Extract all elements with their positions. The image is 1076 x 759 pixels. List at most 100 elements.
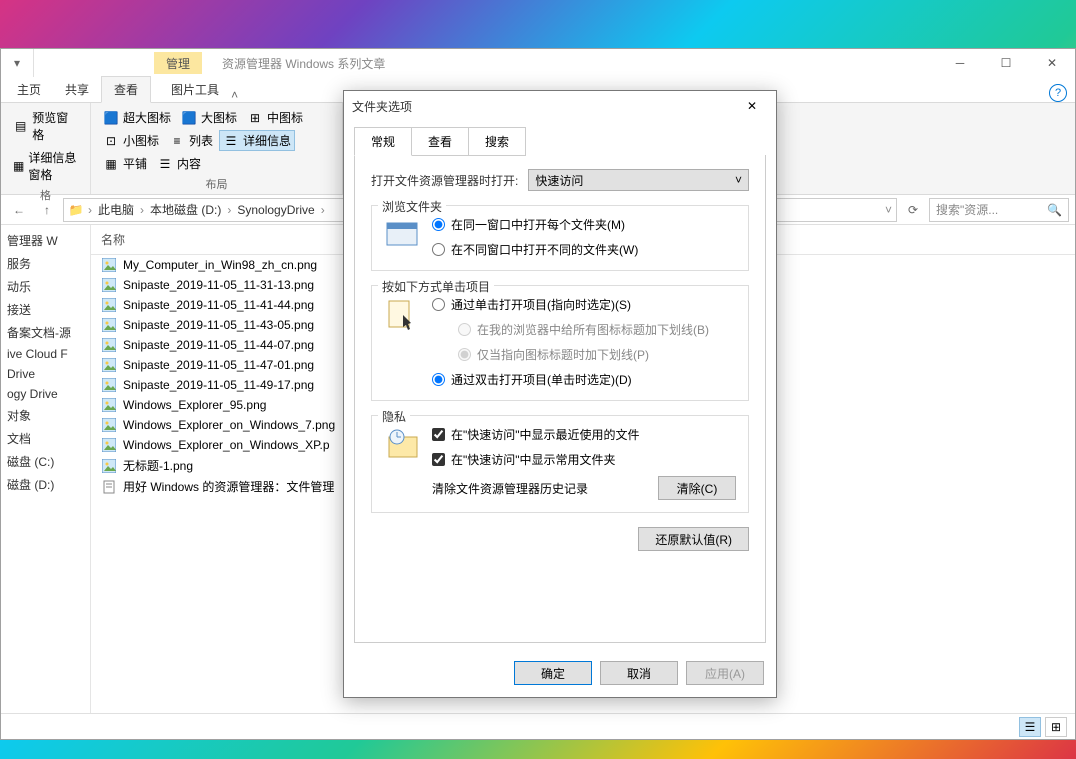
- navigation-pane[interactable]: 管理器 W服务动乐接送备案文档-源ive Cloud FDriveogy Dri…: [1, 225, 91, 713]
- tab-share[interactable]: 共享: [53, 77, 101, 102]
- minimize-button[interactable]: ─: [937, 49, 983, 77]
- view-small[interactable]: ⊡小图标: [99, 130, 163, 151]
- image-file-icon: [101, 277, 117, 293]
- dialog-close-button[interactable]: ✕: [736, 94, 768, 118]
- radio-single-click[interactable]: 通过单击打开项目(指向时选定)(S): [432, 296, 736, 313]
- file-name: Snipaste_2019-11-05_11-47-01.png: [123, 358, 314, 372]
- nav-back[interactable]: ←: [7, 198, 31, 222]
- nav-item[interactable]: 磁盘 (D:): [1, 473, 90, 496]
- folder-options-dialog: 文件夹选项 ✕ 常规 查看 搜索 打开文件资源管理器时打开: 快速访问 ˅ 浏览…: [343, 90, 777, 698]
- radio-underline-point: 仅当指向图标标题时加下划线(P): [458, 346, 736, 363]
- view-extra-large[interactable]: 🟦超大图标: [99, 107, 175, 128]
- clear-history-label: 清除文件资源管理器历史记录: [432, 480, 588, 497]
- file-name: My_Computer_in_Win98_zh_cn.png: [123, 258, 317, 272]
- view-large[interactable]: 🟦大图标: [177, 107, 241, 128]
- list-icon: ≡: [169, 133, 185, 149]
- file-name: Snipaste_2019-11-05_11-43-05.png: [123, 318, 314, 332]
- radio-double-click[interactable]: 通过双击打开项目(单击时选定)(D): [432, 371, 736, 388]
- extra-large-icon: 🟦: [103, 110, 119, 126]
- crumb-drive[interactable]: 本地磁盘 (D:): [148, 201, 223, 218]
- title-bar: ▾ 管理 资源管理器 Windows 系列文章 ─ ☐ ✕: [1, 49, 1075, 77]
- radio-underline-all: 在我的浏览器中给所有图标标题加下划线(B): [458, 321, 736, 338]
- tab-view[interactable]: 查看: [101, 76, 151, 103]
- details-pane-icon: ▦: [13, 158, 24, 174]
- view-content[interactable]: ☰内容: [153, 153, 205, 174]
- file-name: Snipaste_2019-11-05_11-41-44.png: [123, 298, 314, 312]
- tab-general[interactable]: 常规: [354, 127, 412, 156]
- image-file-icon: [101, 458, 117, 474]
- address-dropdown-icon[interactable]: ˅: [885, 203, 892, 217]
- refresh-button[interactable]: ⟳: [901, 198, 925, 222]
- collapse-ribbon-icon[interactable]: ˄: [231, 88, 238, 102]
- image-file-icon: [101, 257, 117, 273]
- check-recent-files[interactable]: 在"快速访问"中显示最近使用的文件: [432, 426, 736, 443]
- browse-icon: [384, 216, 422, 254]
- nav-item[interactable]: 文档: [1, 427, 90, 450]
- file-name: Windows_Explorer_on_Windows_7.png: [123, 418, 335, 432]
- apply-button[interactable]: 应用(A): [686, 661, 764, 685]
- layout-group-label: 布局: [99, 174, 334, 192]
- nav-item[interactable]: 接送: [1, 298, 90, 321]
- nav-item[interactable]: ive Cloud F: [1, 344, 90, 364]
- search-icon: 🔍: [1047, 203, 1062, 217]
- file-name: Snipaste_2019-11-05_11-44-07.png: [123, 338, 314, 352]
- folder-icon: 📁: [68, 202, 84, 218]
- contextual-tab[interactable]: 管理: [154, 52, 202, 74]
- details-pane-toggle[interactable]: ▦详细信息窗格: [9, 147, 82, 185]
- large-icon: 🟦: [181, 110, 197, 126]
- radio-own-window[interactable]: 在不同窗口中打开不同的文件夹(W): [432, 241, 736, 258]
- view-list[interactable]: ≡列表: [165, 130, 217, 151]
- nav-item[interactable]: 管理器 W: [1, 229, 90, 252]
- nav-item[interactable]: 服务: [1, 252, 90, 275]
- restore-defaults-button[interactable]: 还原默认值(R): [638, 527, 749, 551]
- chevron-down-icon: ˅: [735, 173, 742, 187]
- dialog-tabs: 常规 查看 搜索: [344, 121, 776, 156]
- nav-item[interactable]: 磁盘 (C:): [1, 450, 90, 473]
- nav-up[interactable]: ↑: [35, 198, 59, 222]
- check-frequent-folders[interactable]: 在"快速访问"中显示常用文件夹: [432, 451, 736, 468]
- view-tiles[interactable]: ▦平铺: [99, 153, 151, 174]
- tab-picture-tools[interactable]: 图片工具: [159, 77, 231, 102]
- nav-item[interactable]: 对象: [1, 404, 90, 427]
- image-file-icon: [101, 337, 117, 353]
- crumb-pc[interactable]: 此电脑: [96, 201, 136, 218]
- view-details[interactable]: ☰详细信息: [219, 130, 295, 151]
- dialog-footer: 确定 取消 应用(A): [344, 653, 776, 697]
- close-button[interactable]: ✕: [1029, 49, 1075, 77]
- dialog-title: 文件夹选项: [352, 98, 736, 115]
- help-icon[interactable]: ?: [1049, 84, 1067, 102]
- open-explorer-combo[interactable]: 快速访问 ˅: [528, 169, 749, 191]
- tab-home[interactable]: 主页: [5, 77, 53, 102]
- qat-dropdown[interactable]: ▾: [1, 49, 33, 77]
- tab-search-dlg[interactable]: 搜索: [468, 127, 526, 156]
- nav-item[interactable]: ogy Drive: [1, 384, 90, 404]
- crumb-folder[interactable]: SynologyDrive: [235, 203, 316, 217]
- privacy-icon: [384, 426, 422, 464]
- nav-item[interactable]: 动乐: [1, 275, 90, 298]
- preview-pane-toggle[interactable]: ▤预览窗格: [9, 107, 82, 145]
- privacy-group: 隐私 在"快速访问"中显示最近使用的文件 在"快速访问"中显示常用文件夹 清除文…: [371, 415, 749, 513]
- view-medium[interactable]: ⊞中图标: [243, 107, 307, 128]
- nav-item[interactable]: Drive: [1, 364, 90, 384]
- small-icon: ⊡: [103, 133, 119, 149]
- image-file-icon: [101, 297, 117, 313]
- image-file-icon: [101, 377, 117, 393]
- thumbnails-view-button[interactable]: ⊞: [1045, 717, 1067, 737]
- nav-item[interactable]: 备案文档-源: [1, 321, 90, 344]
- radio-same-window[interactable]: 在同一窗口中打开每个文件夹(M): [432, 216, 736, 233]
- file-name: Snipaste_2019-11-05_11-49-17.png: [123, 378, 314, 392]
- cancel-button[interactable]: 取消: [600, 661, 678, 685]
- ok-button[interactable]: 确定: [514, 661, 592, 685]
- file-name: Windows_Explorer_95.png: [123, 398, 266, 412]
- tiles-icon: ▦: [103, 156, 119, 172]
- file-name: 用好 Windows 的资源管理器：文件管理: [123, 478, 334, 495]
- click-icon: [384, 296, 422, 334]
- search-input[interactable]: 搜索"资源... 🔍: [929, 198, 1069, 222]
- image-file-icon: [101, 417, 117, 433]
- maximize-button[interactable]: ☐: [983, 49, 1029, 77]
- image-file-icon: [101, 357, 117, 373]
- window-title: 资源管理器 Windows 系列文章: [222, 55, 385, 72]
- tab-view-dlg[interactable]: 查看: [411, 127, 469, 156]
- clear-button[interactable]: 清除(C): [658, 476, 736, 500]
- details-view-button[interactable]: ☰: [1019, 717, 1041, 737]
